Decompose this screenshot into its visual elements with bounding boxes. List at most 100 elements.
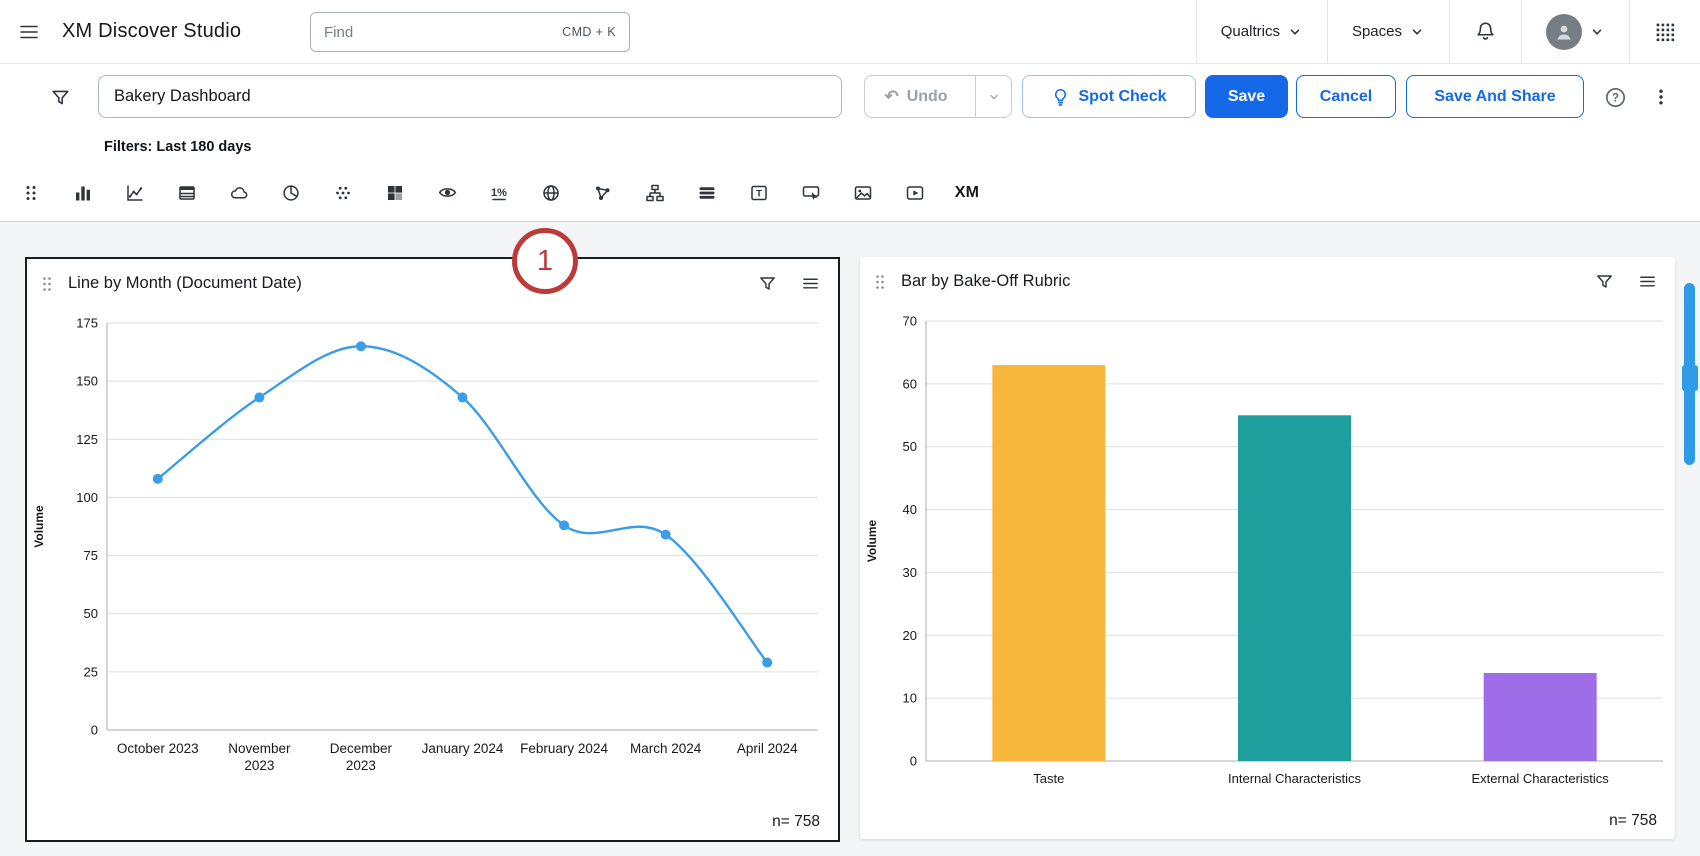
svg-text:?: ? (1611, 92, 1618, 104)
heatmap-icon[interactable] (384, 182, 406, 204)
bar-chart-icon[interactable] (72, 182, 94, 204)
bell-icon (1474, 20, 1497, 43)
dashboard-canvas: Line by Month (Document Date) 0 25 50 75 100… (0, 222, 1700, 854)
app-title: XM Discover Studio (62, 20, 241, 43)
svg-text:Volume: Volume (865, 519, 879, 562)
widget-menu-icon[interactable] (1638, 272, 1657, 291)
svg-text:Internal Characteristics: Internal Characteristics (1228, 771, 1361, 786)
cancel-label: Cancel (1320, 88, 1372, 106)
line-chart: 0255075100125150175VolumeOctober 2023Nov… (27, 299, 834, 810)
svg-text:Taste: Taste (1033, 771, 1064, 786)
notifications-button[interactable] (1449, 0, 1521, 63)
svg-text:0: 0 (91, 723, 98, 738)
user-icon (1553, 21, 1575, 43)
save-and-share-label: Save And Share (1434, 88, 1555, 106)
undo-button[interactable]: ↶ Undo (865, 87, 967, 107)
bar-chart-widget[interactable]: Bar by Bake-Off Rubric 010203040506070Vo… (860, 257, 1675, 839)
undo-split-button[interactable]: ↶ Undo (864, 75, 1012, 118)
save-label: Save (1228, 88, 1265, 106)
line-chart-icon[interactable] (124, 182, 146, 204)
svg-text:150: 150 (76, 374, 98, 389)
svg-text:March 2024: March 2024 (630, 741, 702, 756)
svg-text:100: 100 (76, 490, 98, 505)
hierarchy-icon[interactable] (644, 182, 666, 204)
undo-history-dropdown[interactable] (975, 76, 1011, 117)
waffle-grid-icon (1654, 21, 1676, 43)
network-icon[interactable] (592, 182, 614, 204)
preview-eye-icon[interactable] (436, 182, 458, 204)
save-button[interactable]: Save (1205, 75, 1288, 118)
chevron-down-icon (1287, 24, 1303, 40)
annotation-callout-1: 1 (512, 228, 578, 294)
widget-type-toolbar: 1% T XM (0, 164, 1700, 222)
undo-label: Undo (907, 88, 948, 106)
word-cloud-icon[interactable] (228, 182, 250, 204)
scatter-dots-icon[interactable] (332, 182, 354, 204)
text-box-icon[interactable]: T (748, 182, 770, 204)
help-button[interactable]: ? (1600, 82, 1630, 112)
search-shortcut-hint: CMD + K (562, 25, 616, 39)
video-icon[interactable] (904, 182, 926, 204)
svg-text:50: 50 (84, 606, 98, 621)
chevron-down-icon (1409, 24, 1425, 40)
svg-text:1%: 1% (491, 187, 507, 199)
callout-icon[interactable] (800, 182, 822, 204)
filters-bar: Filters: Last 180 days (0, 130, 1700, 164)
svg-text:125: 125 (76, 432, 98, 447)
drag-handle-icon[interactable] (20, 182, 42, 204)
svg-text:30: 30 (903, 565, 917, 580)
spot-check-button[interactable]: Spot Check (1022, 75, 1196, 118)
spaces-menu[interactable]: Spaces (1327, 0, 1449, 63)
svg-text:40: 40 (903, 502, 917, 517)
search-input[interactable] (324, 24, 552, 41)
global-search[interactable]: CMD + K (310, 12, 630, 52)
app-switcher-button[interactable] (1629, 0, 1700, 63)
top-bar: XM Discover Studio CMD + K Qualtrics Spa… (0, 0, 1700, 64)
widget-filter-icon[interactable] (758, 274, 777, 293)
cancel-button[interactable]: Cancel (1296, 75, 1396, 118)
xm-logo[interactable]: XM (956, 182, 978, 204)
scrollbar-handle[interactable] (1682, 365, 1698, 391)
svg-text:75: 75 (84, 548, 98, 563)
table-icon[interactable] (176, 182, 198, 204)
world-map-icon[interactable] (540, 182, 562, 204)
svg-text:T: T (756, 188, 762, 199)
qualtrics-menu-label: Qualtrics (1221, 23, 1280, 40)
dashboard-name-input[interactable] (98, 75, 842, 118)
widget-drag-handle-icon[interactable] (873, 273, 887, 291)
svg-text:October 2023: October 2023 (117, 741, 199, 756)
widget-header: Bar by Bake-Off Rubric (860, 257, 1675, 295)
svg-text:25: 25 (84, 664, 98, 679)
spaces-menu-label: Spaces (1352, 23, 1402, 40)
widget-filter-icon[interactable] (1595, 272, 1614, 291)
widget-header: Line by Month (Document Date) (27, 259, 838, 297)
line-chart-widget[interactable]: Line by Month (Document Date) 0 25 50 75 100… (25, 257, 840, 842)
sample-size-label: n= 758 (1609, 812, 1657, 830)
stacked-bars-icon[interactable] (696, 182, 718, 204)
svg-text:70: 70 (903, 314, 917, 329)
save-and-share-button[interactable]: Save And Share (1406, 75, 1584, 118)
widget-menu-icon[interactable] (801, 274, 820, 293)
top-nav: Qualtrics Spaces (1196, 0, 1700, 63)
hamburger-menu-icon[interactable] (18, 21, 40, 43)
image-icon[interactable] (852, 182, 874, 204)
widget-drag-handle-icon[interactable] (40, 275, 54, 293)
undo-icon: ↶ (884, 87, 898, 107)
qualtrics-menu[interactable]: Qualtrics (1196, 0, 1327, 63)
svg-text:10: 10 (903, 691, 917, 706)
edit-toolbar: ↶ Undo Spot Check Save Cancel Save And S… (0, 64, 1700, 130)
svg-text:175: 175 (76, 316, 98, 331)
metric-percent-icon[interactable]: 1% (488, 182, 510, 204)
svg-text:External Characteristics: External Characteristics (1472, 771, 1610, 786)
widget-title: Line by Month (Document Date) (68, 274, 744, 293)
chevron-down-icon (987, 90, 1001, 104)
help-icon: ? (1604, 86, 1627, 109)
filters-summary[interactable]: Filters: Last 180 days (104, 139, 252, 155)
chevron-down-icon (1589, 24, 1605, 40)
more-options-button[interactable] (1646, 82, 1676, 112)
pie-chart-icon[interactable] (280, 182, 302, 204)
svg-text:January 2024: January 2024 (422, 741, 504, 756)
svg-text:20: 20 (903, 628, 917, 643)
account-menu[interactable] (1521, 0, 1629, 63)
dashboard-filter-icon[interactable] (50, 87, 71, 113)
